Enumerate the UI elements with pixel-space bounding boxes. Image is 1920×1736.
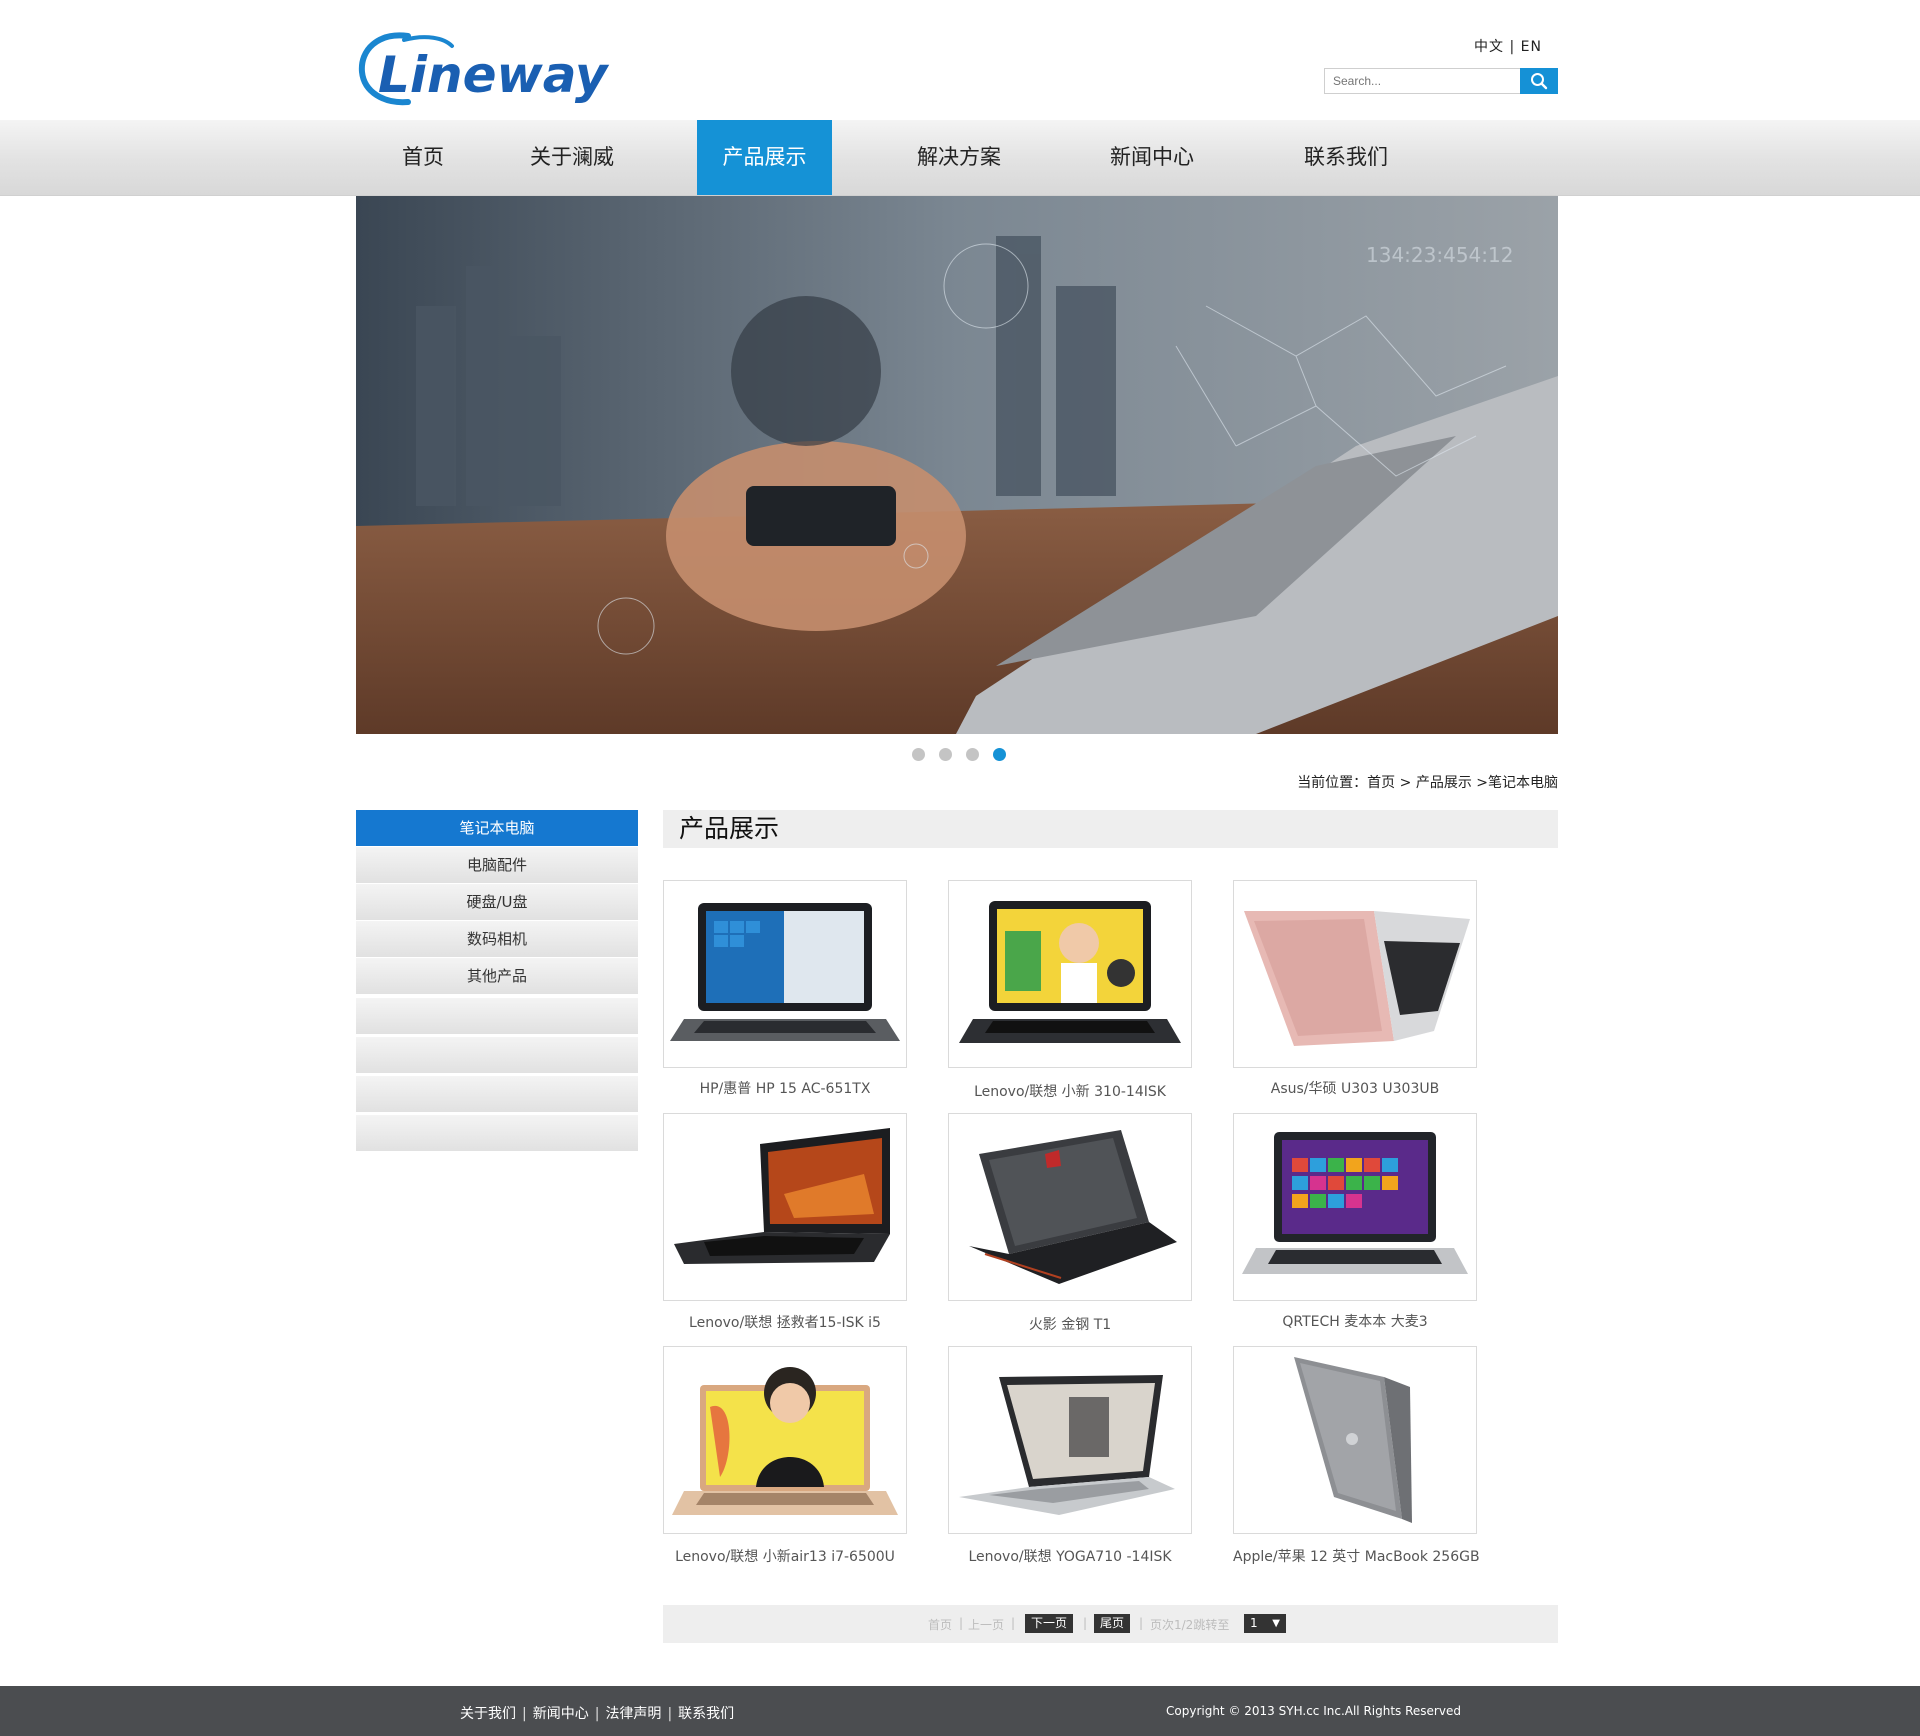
page-select-value: 1 bbox=[1250, 1616, 1258, 1630]
laptop-black-lid-image bbox=[969, 1130, 1177, 1284]
nav-products[interactable]: 产品展示 bbox=[697, 120, 832, 195]
slider-dot-4[interactable] bbox=[993, 748, 1006, 761]
laptop-cartoon-image bbox=[959, 901, 1181, 1043]
sidebar-item-accessories[interactable]: 电脑配件 bbox=[356, 847, 638, 884]
footer-link-legal[interactable]: 法律声明 bbox=[605, 1706, 661, 1722]
product-card[interactable] bbox=[948, 880, 1192, 1068]
footer-sep: | bbox=[522, 1706, 527, 1722]
slider-dot-3[interactable] bbox=[966, 748, 979, 761]
breadcrumb: 当前位置：首页 > 产品展示 >笔记本电脑 bbox=[1297, 775, 1558, 791]
pagination-first[interactable]: 首页 bbox=[928, 1616, 952, 1633]
product-card[interactable] bbox=[948, 1346, 1192, 1534]
pagination-sep: | bbox=[1083, 1616, 1088, 1630]
sidebar-item-cameras[interactable]: 数码相机 bbox=[356, 921, 638, 958]
product-card[interactable] bbox=[1233, 1346, 1477, 1534]
language-switch[interactable]: 中文 | EN bbox=[1474, 36, 1542, 56]
pagination-sep: | bbox=[959, 1616, 964, 1630]
page-select[interactable]: 1 ▼ bbox=[1244, 1614, 1286, 1633]
product-name[interactable]: Lenovo/联想 小新air13 i7-6500U bbox=[663, 1546, 907, 1566]
footer-sep: | bbox=[667, 1706, 673, 1722]
laptop-person-image bbox=[672, 1367, 898, 1515]
nav-solutions[interactable]: 解决方案 bbox=[895, 120, 1023, 195]
footer-sep: | bbox=[594, 1706, 600, 1722]
copyright: Copyright © 2013 SYH.cc Inc.All Rights R… bbox=[1166, 1704, 1461, 1718]
footer-link-news[interactable]: 新闻中心 bbox=[533, 1706, 589, 1722]
product-card[interactable] bbox=[663, 1346, 907, 1534]
product-card[interactable] bbox=[1233, 880, 1477, 1068]
pagination-next-button[interactable]: 下一页 bbox=[1025, 1614, 1074, 1633]
laptop-macbook-image bbox=[1294, 1357, 1412, 1523]
laptop-rosegold-image bbox=[1244, 911, 1470, 1046]
product-card[interactable] bbox=[948, 1113, 1192, 1301]
sidebar-item-empty bbox=[356, 1076, 638, 1113]
footer-link-about[interactable]: 关于我们 bbox=[460, 1706, 516, 1722]
chevron-down-icon: ▼ bbox=[1272, 1618, 1280, 1629]
sidebar-item-other[interactable]: 其他产品 bbox=[356, 958, 638, 995]
laptop-metro-image bbox=[1242, 1132, 1468, 1274]
pagination-info: 页次1/2跳转至 bbox=[1150, 1618, 1230, 1632]
slider-dot-1[interactable] bbox=[912, 748, 925, 761]
product-card[interactable] bbox=[1233, 1113, 1477, 1301]
search-button[interactable] bbox=[1520, 68, 1558, 94]
content-title: 产品展示 bbox=[663, 810, 1558, 848]
nav-home[interactable]: 首页 bbox=[375, 120, 471, 195]
product-name[interactable]: Apple/苹果 12 英寸 MacBook 256GB bbox=[1233, 1546, 1480, 1566]
product-name[interactable]: 火影 金钢 T1 bbox=[948, 1314, 1192, 1334]
logo-text: Lineway bbox=[378, 46, 610, 104]
nav-news[interactable]: 新闻中心 bbox=[1088, 120, 1216, 195]
footer bbox=[0, 1686, 1920, 1736]
product-name[interactable]: HP/惠普 HP 15 AC-651TX bbox=[663, 1078, 907, 1098]
pagination-sep: | bbox=[1011, 1616, 1016, 1630]
product-card[interactable] bbox=[663, 1113, 907, 1301]
sidebar-item-storage[interactable]: 硬盘/U盘 bbox=[356, 884, 638, 921]
footer-links: 关于我们 | 新闻中心 | 法律声明 | 联系我们 bbox=[460, 1703, 734, 1723]
laptop-gaming-image bbox=[674, 1128, 890, 1264]
product-name[interactable]: Lenovo/联想 拯救者15-ISK i5 bbox=[663, 1312, 907, 1332]
pagination-sep: | bbox=[1139, 1616, 1144, 1630]
hero-banner[interactable]: 134:23:454:12 bbox=[356, 196, 1558, 734]
product-name[interactable]: QRTECH 麦本本 大麦3 bbox=[1233, 1311, 1477, 1331]
banner-overlay-text: 134:23:454:12 bbox=[1366, 243, 1513, 267]
sidebar-item-empty bbox=[356, 998, 638, 1035]
product-name[interactable]: Lenovo/联想 小新 310-14ISK bbox=[948, 1081, 1192, 1101]
pagination-prev[interactable]: 上一页 bbox=[968, 1616, 1004, 1633]
logo[interactable]: Lineway bbox=[356, 26, 626, 108]
footer-link-contact[interactable]: 联系我们 bbox=[678, 1706, 734, 1722]
product-card[interactable] bbox=[663, 880, 907, 1068]
nav-contact[interactable]: 联系我们 bbox=[1282, 120, 1410, 195]
search-icon bbox=[1531, 73, 1548, 90]
product-name[interactable]: Lenovo/联想 YOGA710 -14ISK bbox=[948, 1546, 1192, 1566]
sidebar-item-laptops[interactable]: 笔记本电脑 bbox=[356, 810, 638, 847]
product-name[interactable]: Asus/华硕 U303 U303UB bbox=[1233, 1078, 1477, 1098]
sidebar-item-empty bbox=[356, 1037, 638, 1074]
search-input[interactable] bbox=[1324, 68, 1520, 94]
nav-about[interactable]: 关于澜威 bbox=[510, 120, 634, 195]
laptop-yoga-image bbox=[959, 1375, 1175, 1515]
slider-dot-2[interactable] bbox=[939, 748, 952, 761]
laptop-windows-image bbox=[670, 903, 900, 1041]
pagination-last-button[interactable]: 尾页 bbox=[1094, 1614, 1131, 1633]
sidebar-item-empty bbox=[356, 1115, 638, 1152]
